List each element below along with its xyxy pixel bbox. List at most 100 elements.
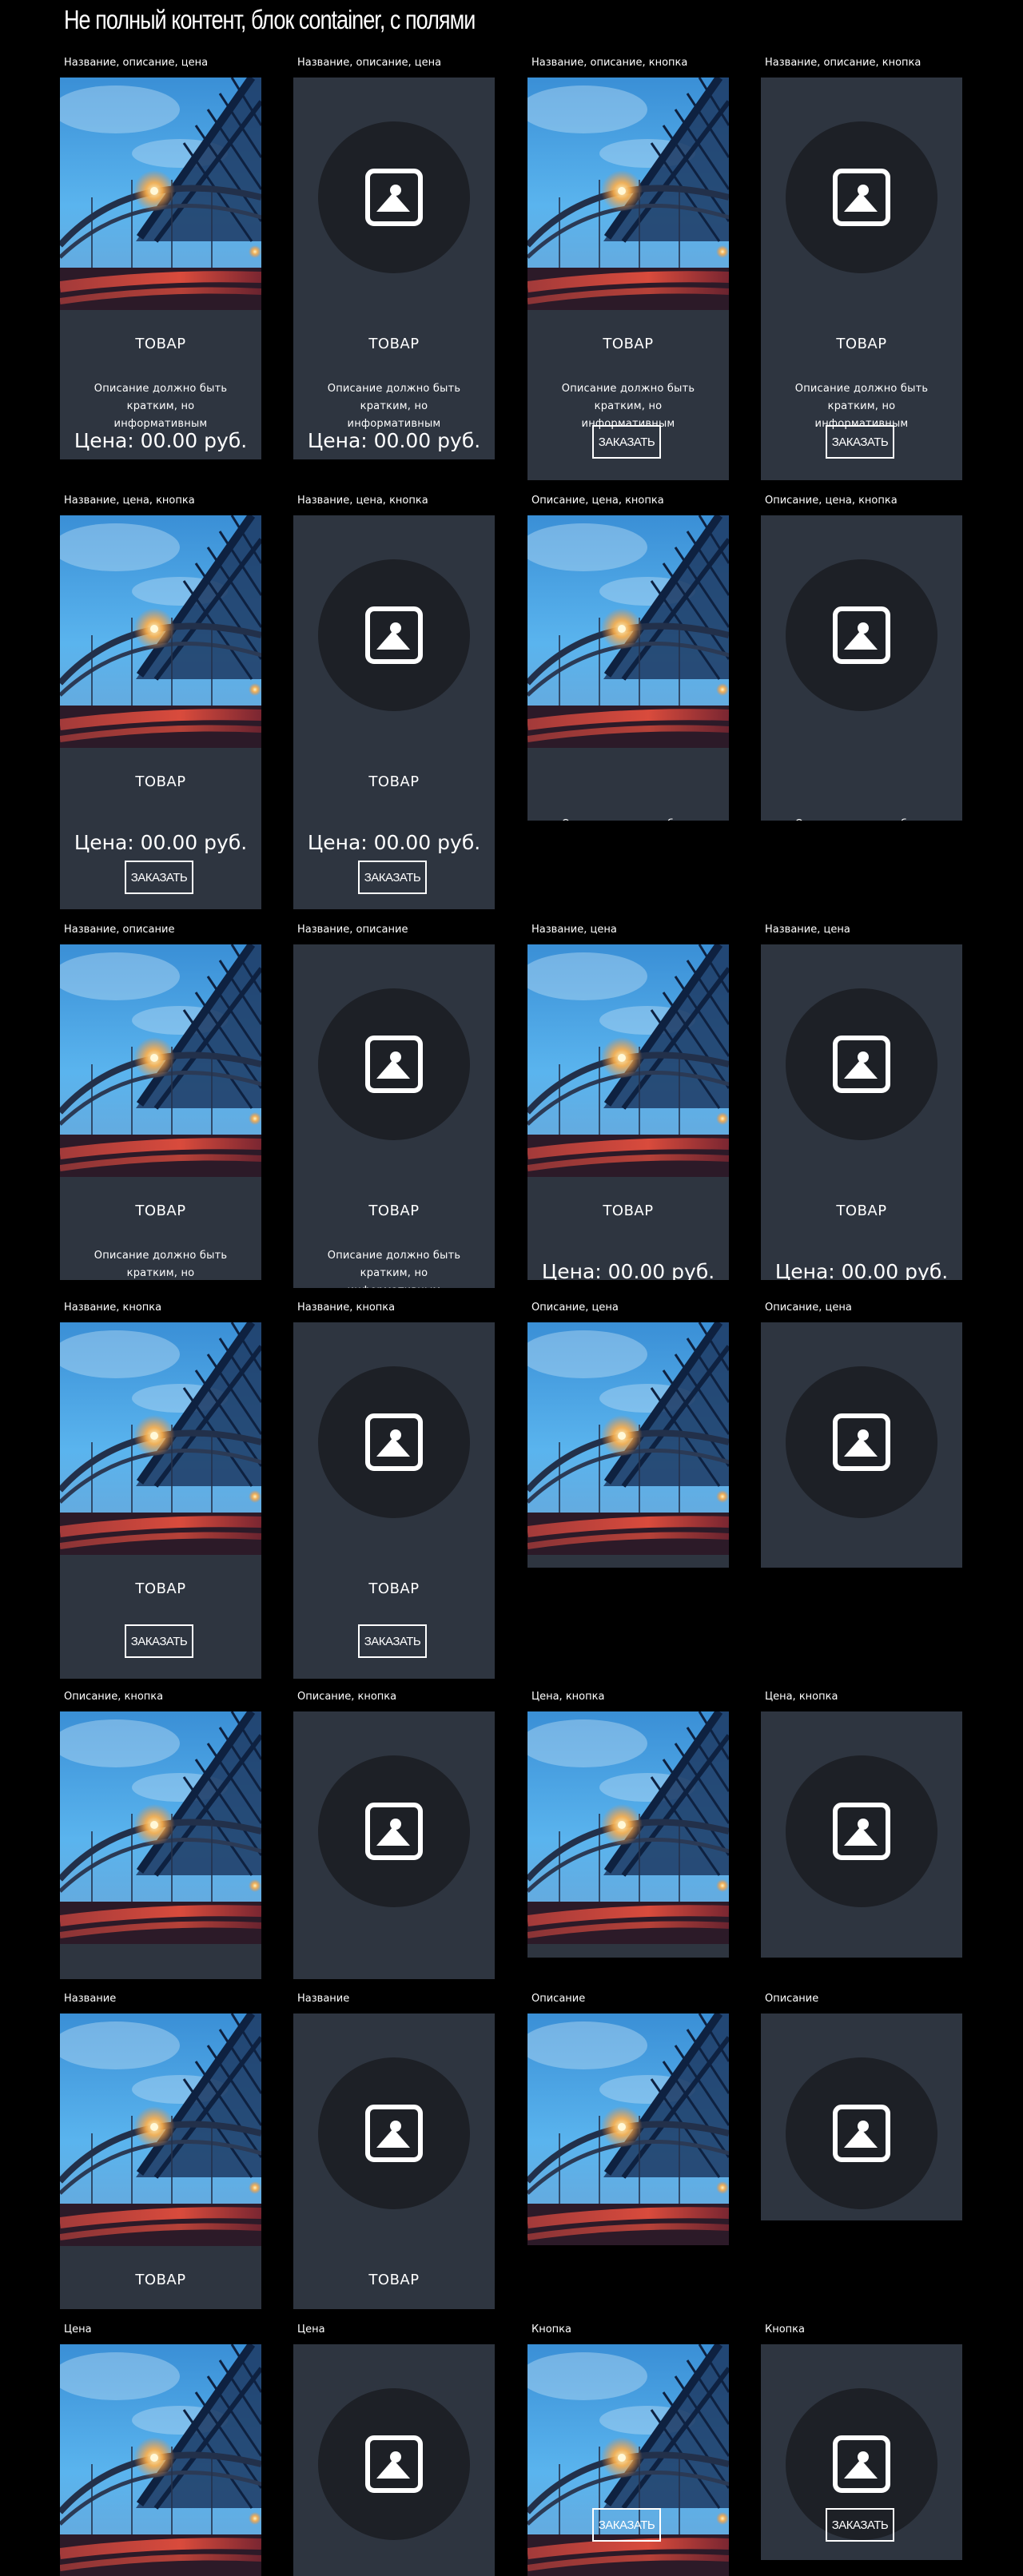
image-placeholder bbox=[318, 559, 470, 711]
product-card: ЗАКАЗАТЬ bbox=[527, 2344, 729, 2576]
bridge-photo bbox=[60, 2013, 261, 2246]
product-card: ТОВАРОписание должно быть кратким, но ин… bbox=[60, 944, 261, 1280]
product-card: ТОВАР Цена: 00.00 руб. bbox=[527, 944, 729, 1280]
image-placeholder-icon bbox=[833, 2105, 890, 2162]
product-title: ТОВАР bbox=[836, 1203, 887, 1219]
bridge-photo bbox=[60, 78, 261, 310]
cell-caption: Название, описание, цена bbox=[64, 57, 209, 69]
product-price: Цена: 00.00 руб. bbox=[74, 429, 248, 452]
cell-caption: Кнопка bbox=[765, 2324, 806, 2335]
cell-caption: Название bbox=[297, 1993, 350, 2005]
order-button[interactable]: ЗАКАЗАТЬ bbox=[125, 861, 193, 894]
image-placeholder bbox=[786, 1755, 937, 1907]
cell-caption: Название, описание, кнопка bbox=[531, 57, 688, 69]
cell-caption: Название bbox=[64, 1993, 117, 2005]
image-placeholder-icon bbox=[365, 1036, 423, 1093]
bridge-photo bbox=[60, 1711, 261, 1944]
cell-caption: Название, описание bbox=[64, 924, 175, 936]
product-card: Цена: 00.00 руб.ЗАКАЗАТЬ bbox=[527, 1711, 729, 1958]
cell-caption: Описание, цена, кнопка bbox=[531, 495, 664, 507]
page-title: Не полный контент, блок container, с пол… bbox=[64, 5, 476, 34]
order-button[interactable]: ЗАКАЗАТЬ bbox=[826, 425, 894, 459]
image-placeholder bbox=[318, 121, 470, 273]
bridge-photo bbox=[527, 515, 729, 748]
product-title: ТОВАР bbox=[368, 1580, 420, 1597]
bridge-photo bbox=[527, 1711, 729, 1944]
bridge-photo bbox=[527, 78, 729, 310]
product-card: ТОВАР Цена: 00.00 руб. ЗАКАЗАТЬ bbox=[293, 515, 495, 909]
cell-caption: Цена, кнопка bbox=[531, 1691, 605, 1703]
image-placeholder-icon bbox=[365, 1413, 423, 1471]
product-card: ЗАКАЗАТЬ bbox=[761, 2344, 962, 2560]
cell-caption: Название, описание, цена bbox=[297, 57, 442, 69]
image-placeholder bbox=[318, 2388, 470, 2540]
order-button[interactable]: ЗАКАЗАТЬ bbox=[592, 2508, 661, 2542]
image-placeholder-icon bbox=[365, 169, 423, 226]
product-card: Описание должно быть кратким, но информа… bbox=[527, 2013, 729, 2245]
image-placeholder bbox=[318, 1366, 470, 1518]
product-card: ТОВАР Цена: 00.00 руб. bbox=[761, 944, 962, 1280]
product-title: ТОВАР bbox=[368, 773, 420, 790]
image-placeholder-icon bbox=[833, 606, 890, 664]
product-card: ТОВАР ЗАКАЗАТЬ bbox=[293, 1322, 495, 1679]
product-card: ТОВАР bbox=[60, 2013, 261, 2309]
product-card: ТОВАРОписание должно быть кратким, но ин… bbox=[293, 78, 495, 459]
product-card: Цена: 00.00 руб.ЗАКАЗАТЬ bbox=[761, 1711, 962, 1958]
product-title: ТОВАР bbox=[836, 336, 887, 352]
order-button[interactable]: ЗАКАЗАТЬ bbox=[358, 861, 427, 894]
cell-caption: Цена bbox=[64, 2324, 92, 2335]
order-button[interactable]: ЗАКАЗАТЬ bbox=[358, 1624, 427, 1658]
bridge-photo bbox=[527, 2013, 729, 2245]
product-card: ТОВАР Описание должно быть кратким, но ин… bbox=[293, 944, 495, 1288]
cell-caption: Описание, кнопка bbox=[64, 1691, 164, 1703]
cell-caption: Название, цена, кнопка bbox=[297, 495, 428, 507]
cell-caption: Описание bbox=[531, 1993, 586, 2005]
product-card: ТОВАР ЗАКАЗАТЬ bbox=[60, 1322, 261, 1679]
image-placeholder-icon bbox=[833, 1036, 890, 1093]
image-placeholder bbox=[786, 2057, 937, 2209]
bridge-photo bbox=[60, 515, 261, 748]
order-button[interactable]: ЗАКАЗАТЬ bbox=[592, 425, 661, 459]
cell-caption: Название, кнопка bbox=[64, 1302, 162, 1314]
product-card: Описание должно быть кратким, но информа… bbox=[527, 515, 729, 821]
image-placeholder-icon bbox=[833, 1413, 890, 1471]
product-title: ТОВАР bbox=[135, 773, 186, 790]
order-button[interactable]: ЗАКАЗАТЬ bbox=[125, 1624, 193, 1658]
product-price: Цена: 00.00 руб. bbox=[74, 831, 248, 854]
product-card: Описание должно быть кратким, но информа… bbox=[293, 1711, 495, 1979]
product-card: Описание должно быть кратким, но информа… bbox=[527, 1322, 729, 1568]
cell-caption: Название, описание, кнопка bbox=[765, 57, 921, 69]
image-placeholder-icon bbox=[365, 2435, 423, 2493]
product-card: ТОВАР Цена: 00.00 руб. ЗАКАЗАТЬ bbox=[60, 515, 261, 909]
cell-caption: Название, цена bbox=[765, 924, 850, 936]
product-title: ТОВАР bbox=[368, 1203, 420, 1219]
cell-caption: Название, цена bbox=[531, 924, 617, 936]
product-card: Описание должно быть кратким, но информа… bbox=[761, 2013, 962, 2220]
product-price: Цена: 00.00 руб. bbox=[774, 1260, 949, 1280]
product-title: ТОВАР bbox=[135, 1203, 186, 1219]
product-description: Описание должно быть кратким, но информа… bbox=[761, 816, 962, 821]
product-card: ТОВАР bbox=[293, 2013, 495, 2309]
product-card: ТОВАРОписание должно быть кратким, но ин… bbox=[761, 78, 962, 480]
image-placeholder-icon bbox=[365, 2105, 423, 2162]
product-title: ТОВАР bbox=[135, 2272, 186, 2288]
image-placeholder bbox=[786, 121, 937, 273]
cell-caption: Название, описание bbox=[297, 924, 408, 936]
product-title: ТОВАР bbox=[135, 336, 186, 352]
product-title: ТОВАР bbox=[368, 2272, 420, 2288]
product-description: Описание должно быть кратким, но информа… bbox=[327, 1250, 461, 1288]
image-placeholder bbox=[318, 988, 470, 1140]
image-placeholder-icon bbox=[833, 169, 890, 226]
cell-caption: Описание, цена, кнопка bbox=[765, 495, 898, 507]
image-placeholder bbox=[786, 988, 937, 1140]
product-price: Цена: 00.00 руб. bbox=[307, 429, 481, 452]
bridge-photo bbox=[527, 1322, 729, 1555]
cell-caption: Кнопка bbox=[531, 2324, 572, 2335]
image-placeholder-icon bbox=[833, 2435, 890, 2493]
order-button[interactable]: ЗАКАЗАТЬ bbox=[826, 2508, 894, 2542]
cell-caption: Название, кнопка bbox=[297, 1302, 396, 1314]
product-card: Цена: 00.00 руб. bbox=[293, 2344, 495, 2576]
cell-caption: Цена, кнопка bbox=[765, 1691, 838, 1703]
image-placeholder bbox=[786, 559, 937, 711]
product-description: Описание должно быть кратким, но информа… bbox=[527, 816, 729, 821]
